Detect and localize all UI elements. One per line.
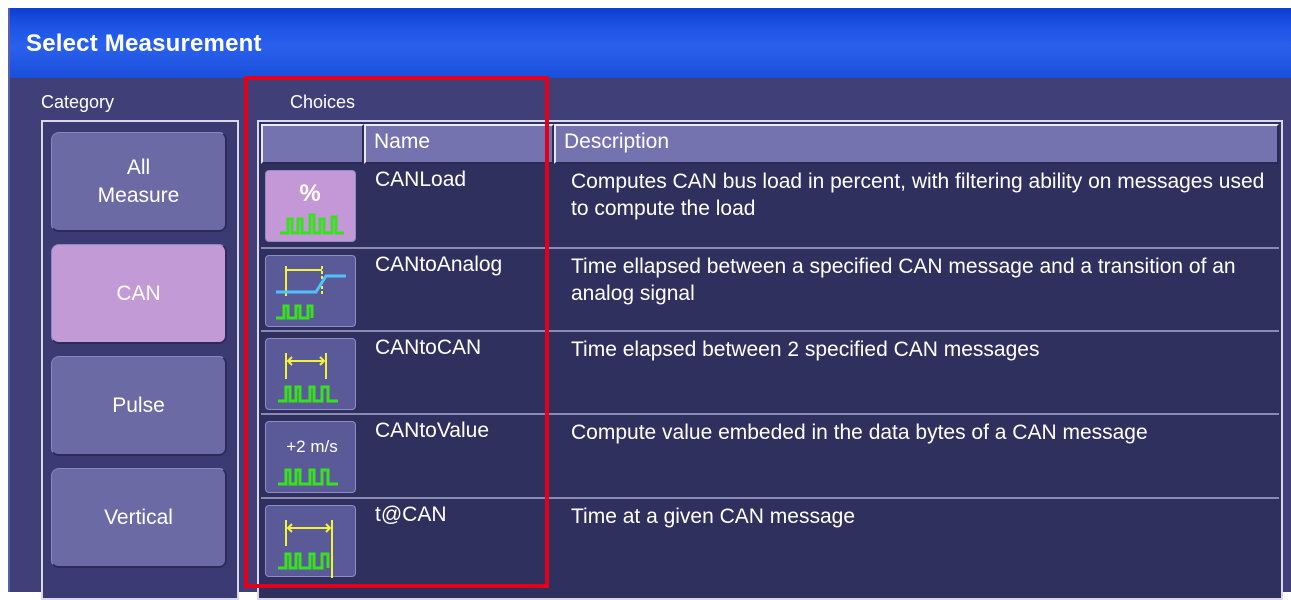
table-row[interactable]: % CANLoad Computes CAN bus load in perce… <box>261 164 1279 249</box>
icon-text: % <box>299 180 320 207</box>
measurement-description: Compute value embeded in the data bytes … <box>571 421 1148 444</box>
can-to-analog-icon[interactable] <box>265 255 356 327</box>
category-button-label: Vertical <box>104 505 173 529</box>
category-button-label: CAN <box>116 281 161 305</box>
category-button-label: Pulse <box>112 393 165 417</box>
column-header-icon[interactable] <box>261 124 364 164</box>
measurement-description: Computes CAN bus load in percent, with f… <box>571 170 1265 220</box>
measurement-name: CANtoCAN <box>375 336 482 359</box>
measurement-name: CANtoAnalog <box>375 253 503 276</box>
table-row[interactable]: CANtoCAN Time elapsed between 2 specifie… <box>261 332 1279 415</box>
category-vertical-button[interactable]: Vertical <box>51 468 227 568</box>
can-to-value-icon[interactable]: +2 m/s <box>265 421 356 493</box>
table-row[interactable]: +2 m/s CANtoValue Compute value embeded … <box>261 415 1279 499</box>
title-bar: Select Measurement <box>10 8 1291 78</box>
choices-label: Choices <box>290 92 356 112</box>
measurement-name: CANLoad <box>375 168 467 191</box>
select-measurement-dialog: Select Measurement Category Choices All … <box>8 8 1291 600</box>
category-label: Category <box>41 92 115 112</box>
column-header-description[interactable]: Description <box>554 124 1279 164</box>
category-panel: All Measure CAN Pulse Vertical <box>41 120 239 600</box>
table-row[interactable]: t@CAN Time at a given CAN message <box>261 499 1279 589</box>
icon-text: +2 m/s <box>286 437 338 456</box>
dialog-title: Select Measurement <box>26 30 262 57</box>
column-header-name-label: Name <box>374 130 431 153</box>
category-all-measure-button[interactable]: All Measure <box>51 132 227 232</box>
category-can-button[interactable]: CAN <box>51 244 227 344</box>
measurement-name: t@CAN <box>375 503 447 526</box>
category-pulse-button[interactable]: Pulse <box>51 356 227 456</box>
measurement-description: Time elapsed between 2 specified CAN mes… <box>571 338 1040 361</box>
measurement-description: Time ellapsed between a specified CAN me… <box>571 255 1236 305</box>
column-header-name[interactable]: Name <box>364 124 554 164</box>
percent-icon[interactable]: % <box>265 170 356 242</box>
time-at-can-icon[interactable] <box>265 505 356 578</box>
measurement-description: Time at a given CAN message <box>571 505 856 528</box>
can-to-can-icon[interactable] <box>265 338 356 410</box>
table-row[interactable]: CANtoAnalog Time ellapsed between a spec… <box>261 249 1279 332</box>
category-button-label-line2: Measure <box>97 183 180 207</box>
column-header-description-label: Description <box>564 130 670 153</box>
measurement-name: CANtoValue <box>375 419 490 442</box>
choices-table: Name Description % CANLoad Computes CAN … <box>257 120 1283 600</box>
category-button-label-line1: All <box>126 156 151 180</box>
